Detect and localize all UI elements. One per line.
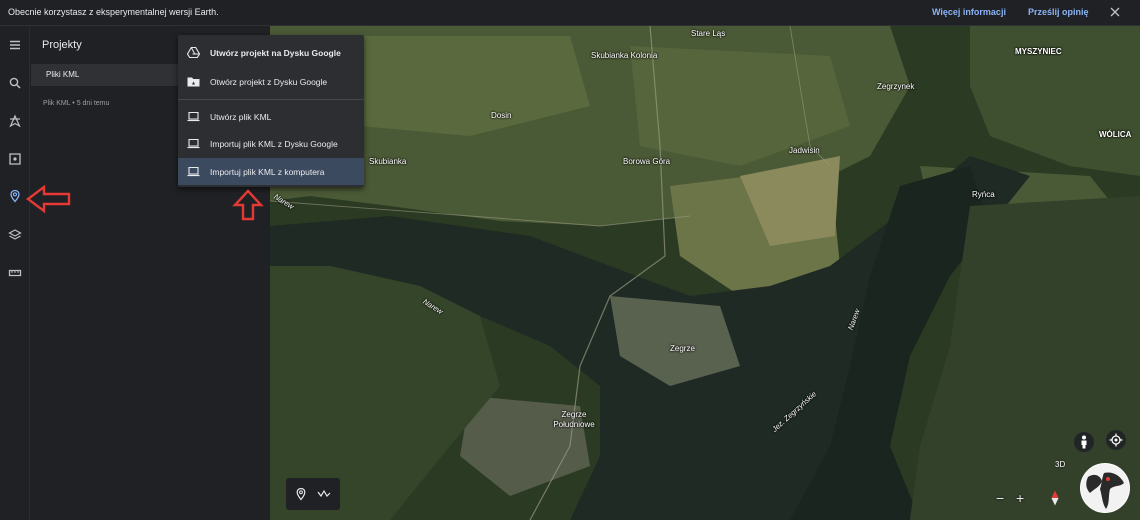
more-info-link[interactable]: Więcej informacji [932,7,1006,17]
map-label: Borowa Góra [623,157,671,166]
menu-item-label: Importuj plik KML z komputera [210,167,325,177]
map-style-icon[interactable] [5,225,25,245]
tab-label: Pliki KML [46,70,80,79]
draw-path-icon[interactable] [317,487,331,501]
menu-item-create-drive-project[interactable]: Utwórz projekt na Dysku Google [178,39,364,66]
menu-divider [178,99,364,100]
menu-item-label: Otwórz projekt z Dysku Google [210,77,328,87]
experimental-banner: Obecnie korzystasz z eksperymentalnej we… [0,0,1140,26]
menu-item-import-kml-drive[interactable]: Importuj plik KML z Dysku Google [178,130,364,157]
3d-toggle-button[interactable]: 3D [1055,460,1065,469]
feedback-link[interactable]: Prześlij opinię [1028,7,1089,17]
map-label: Stare Ląs [691,29,726,38]
drawing-toolbar [286,478,340,510]
menu-item-label: Utwórz plik KML [210,112,272,122]
map-label: Zegrze Południowe [553,410,595,429]
close-icon[interactable] [1110,5,1122,19]
laptop-icon [187,138,200,149]
map-label: Jadwisin [789,146,820,155]
menu-item-create-kml[interactable]: Utwórz plik KML [178,103,364,130]
search-icon[interactable] [5,73,25,93]
kml-file-meta[interactable]: Plik KML • 5 dni temu [43,100,109,107]
satellite-imagery [270,26,1140,520]
menu-item-open-drive-project[interactable]: Otwórz projekt z Dysku Google [178,68,364,95]
menu-item-label: Importuj plik KML z Dysku Google [210,139,338,149]
map-label: Zegrzynek [877,82,915,91]
map-label: Skubianka [369,157,407,166]
street-view-icon[interactable] [1074,432,1094,452]
zoom-in-button[interactable]: + [1016,490,1024,506]
compass-icon[interactable] [1050,490,1060,506]
drive-folder-icon [187,77,200,87]
menu-icon[interactable] [5,35,25,55]
map-label: Skubianka Kolonia [591,51,658,60]
laptop-icon [187,111,200,122]
menu-item-label: Utwórz projekt na Dysku Google [210,48,341,58]
measure-icon[interactable] [5,263,25,283]
menu-item-import-kml-computer[interactable]: Importuj plik KML z komputera [178,158,364,185]
red-arrow-left-icon [26,184,71,214]
map-label: Ryńca [972,190,995,199]
globe-minimap-icon[interactable] [1080,463,1130,513]
left-rail [0,26,30,520]
add-placemark-icon[interactable] [294,487,308,501]
google-drive-icon [187,47,200,58]
map-label: MYSZYNIEC [1015,47,1062,56]
map-label: Dosin [491,111,512,120]
projects-icon[interactable] [5,186,25,206]
red-arrow-up-icon [232,189,264,221]
new-project-menu: Utwórz projekt na Dysku Google Otwórz pr… [178,35,364,187]
map-label: WÓLICA [1099,130,1132,139]
feeling-lucky-icon[interactable] [5,149,25,169]
zoom-out-button[interactable]: − [996,490,1004,506]
map-label: Zegrze [670,344,695,353]
banner-text: Obecnie korzystasz z eksperymentalnej we… [8,7,219,17]
my-location-icon[interactable] [1106,430,1126,450]
satellite-map[interactable]: Stare Ląs Skubianka Kolonia MYSZYNIEC Ze… [270,26,1140,520]
voyager-icon[interactable] [5,111,25,131]
laptop-icon [187,166,200,177]
panel-title: Projekty [42,39,82,51]
